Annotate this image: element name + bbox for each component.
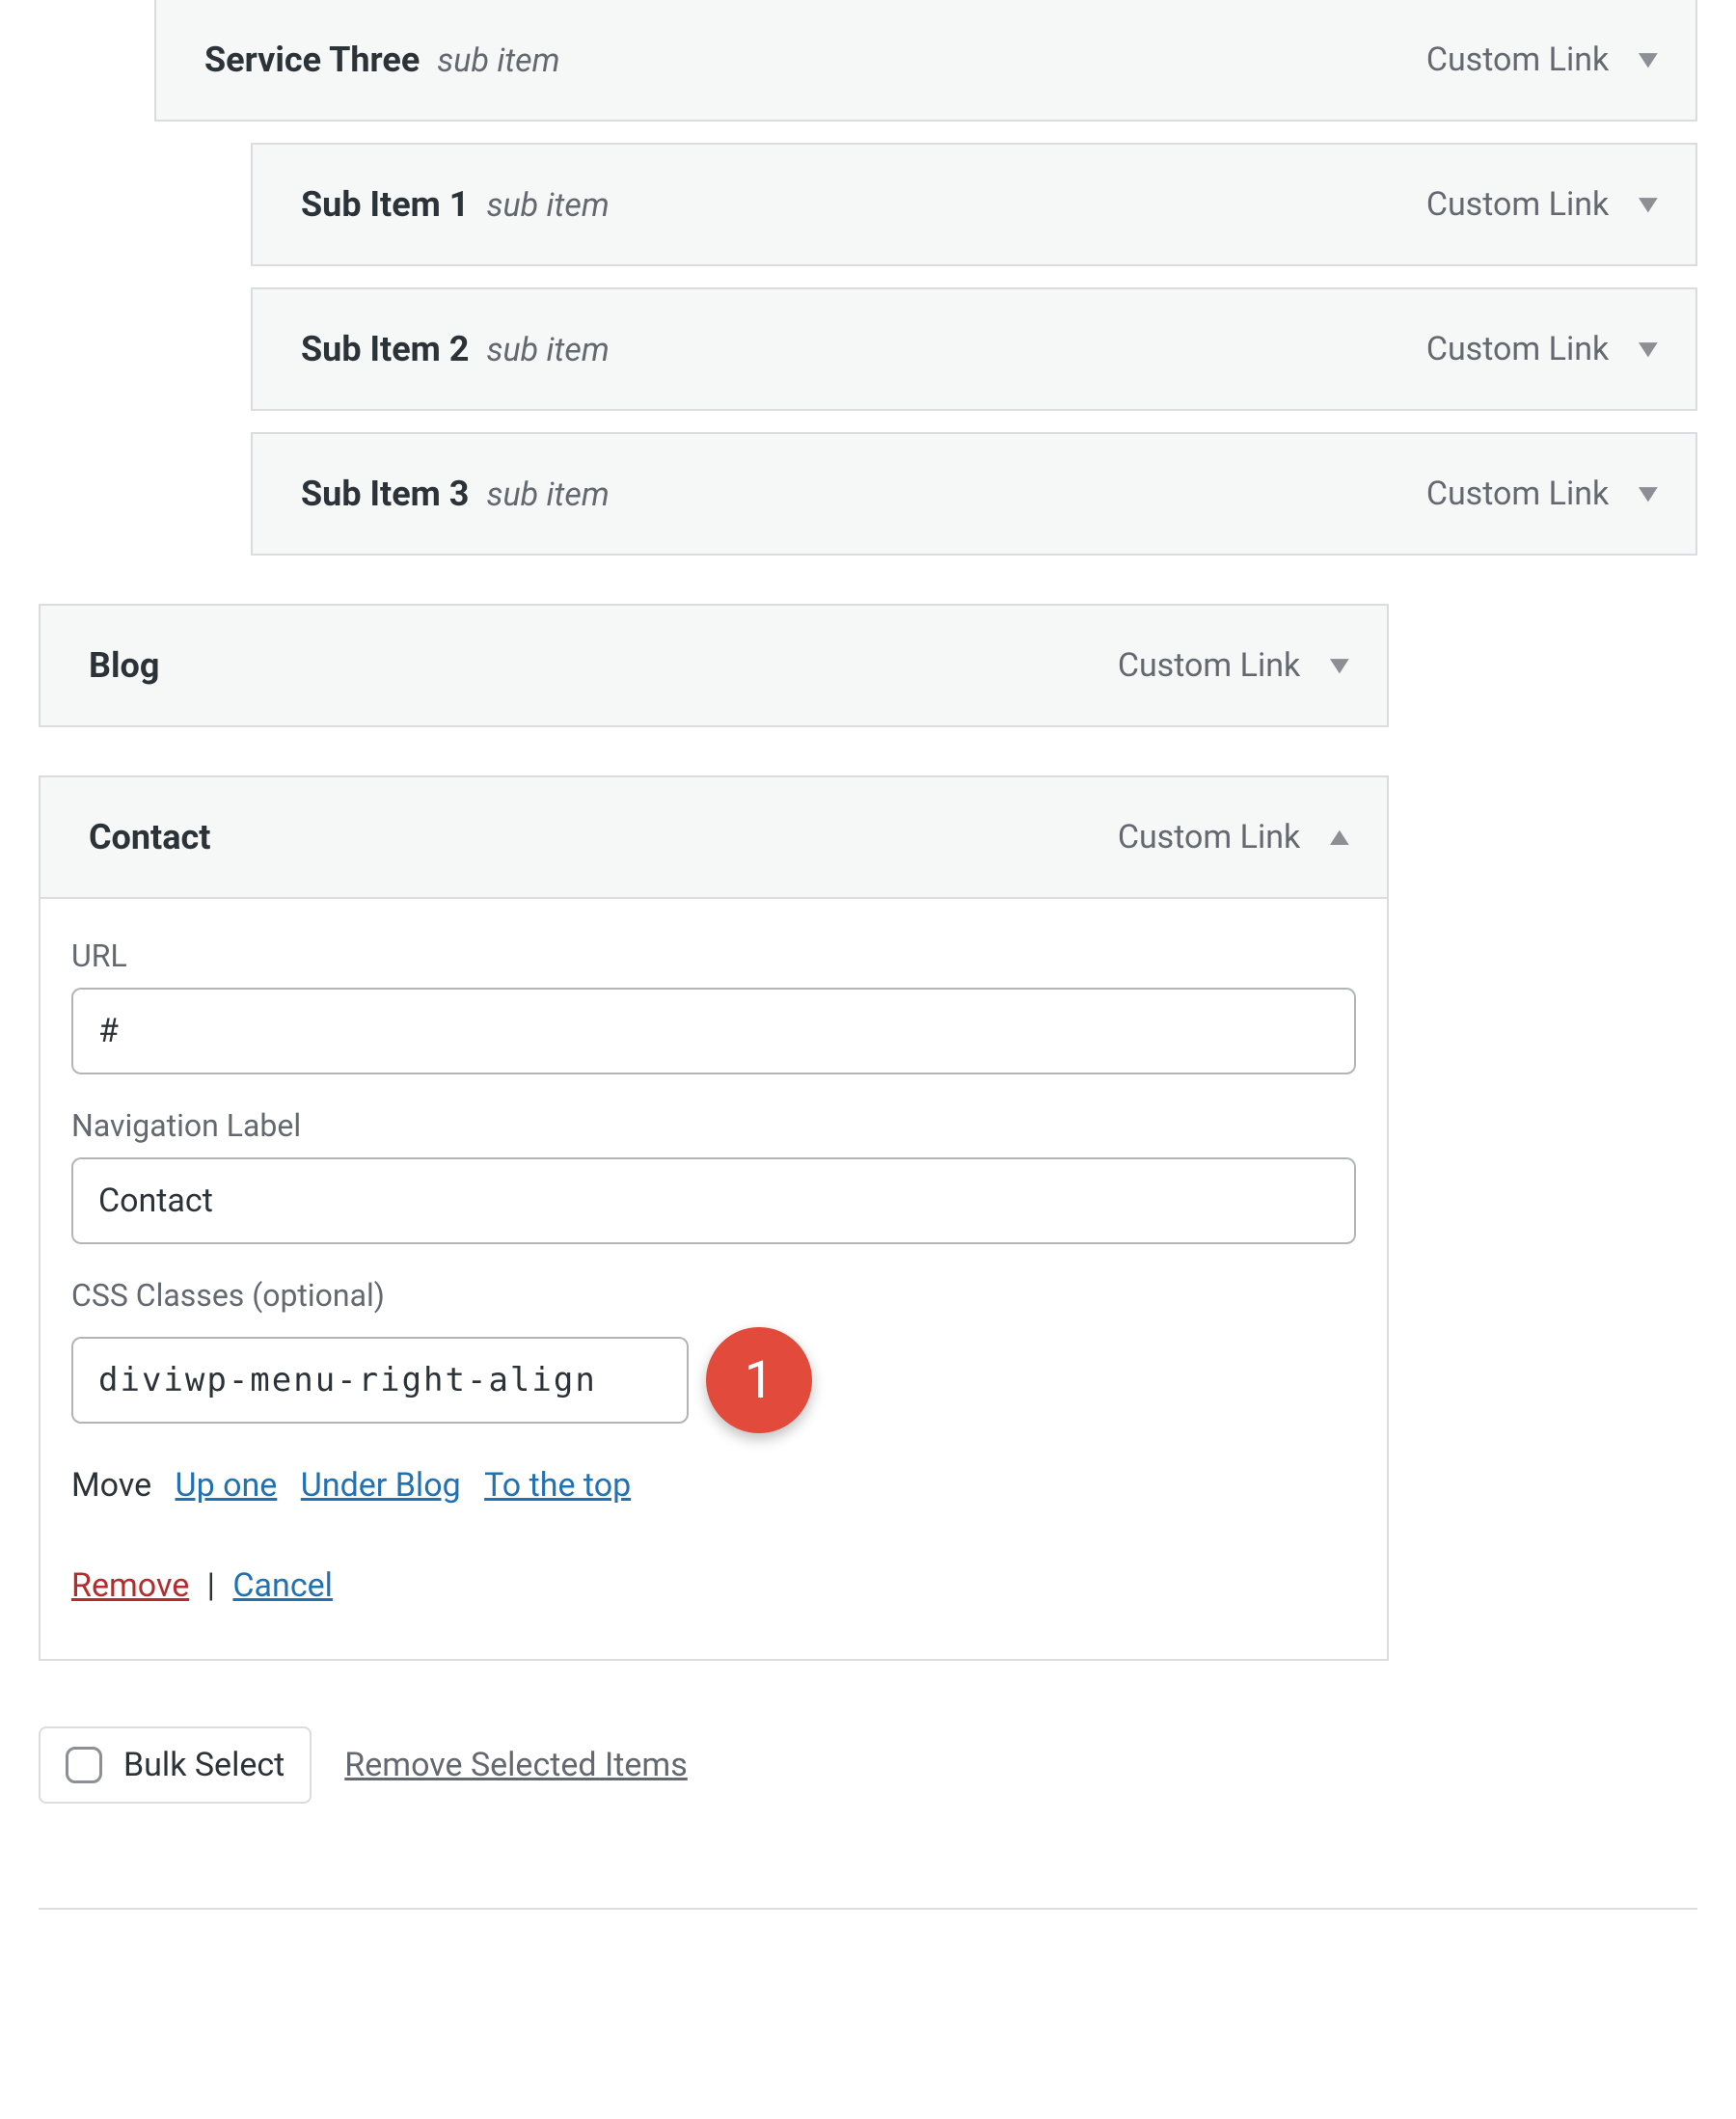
move-controls: Move Up one Under Blog To the top: [71, 1466, 1356, 1505]
move-label: Move: [71, 1466, 151, 1505]
menu-item-service-three[interactable]: Service Three sub item Custom Link ▼: [154, 0, 1697, 122]
bulk-select-checkbox[interactable]: [66, 1747, 102, 1783]
sub-item-tag: sub item: [437, 41, 559, 80]
css-classes-input[interactable]: [71, 1337, 689, 1424]
menu-item-contact[interactable]: Contact Custom Link ▲: [39, 775, 1389, 899]
chevron-down-icon[interactable]: ▼: [1632, 192, 1664, 217]
chevron-down-icon[interactable]: ▼: [1632, 481, 1664, 506]
menu-item-title: Contact: [89, 817, 210, 857]
url-input[interactable]: [71, 988, 1356, 1074]
css-classes-label: CSS Classes (optional): [71, 1277, 1356, 1314]
menu-item-type: Custom Link: [1426, 185, 1609, 224]
chevron-up-icon[interactable]: ▲: [1323, 825, 1355, 850]
menu-item-settings-panel: URL Navigation Label CSS Classes (option…: [39, 899, 1389, 1661]
menu-item-title: Sub Item 2: [301, 329, 469, 369]
chevron-down-icon[interactable]: ▼: [1632, 47, 1664, 72]
sub-item-tag: sub item: [486, 186, 609, 225]
nav-label-label: Navigation Label: [71, 1107, 1356, 1144]
chevron-down-icon[interactable]: ▼: [1323, 653, 1355, 678]
bulk-select-label: Bulk Select: [123, 1746, 285, 1784]
chevron-down-icon[interactable]: ▼: [1632, 337, 1664, 362]
bulk-select-button[interactable]: Bulk Select: [39, 1726, 312, 1804]
menu-item-type: Custom Link: [1426, 330, 1609, 368]
divider: [39, 1908, 1697, 1910]
menu-item-type: Custom Link: [1118, 818, 1300, 856]
remove-link[interactable]: Remove: [71, 1566, 189, 1605]
menu-item-title: Service Three: [204, 40, 420, 80]
remove-selected-items-link[interactable]: Remove Selected Items: [344, 1746, 688, 1784]
separator: |: [198, 1566, 225, 1605]
move-under-blog-link[interactable]: Under Blog: [301, 1466, 461, 1505]
annotation-badge-number: 1: [745, 1350, 773, 1411]
cancel-link[interactable]: Cancel: [232, 1566, 333, 1605]
menu-item-title: Sub Item 3: [301, 474, 469, 514]
menu-item-type: Custom Link: [1426, 41, 1609, 79]
menu-item-type: Custom Link: [1118, 646, 1300, 685]
move-up-one-link[interactable]: Up one: [176, 1466, 278, 1505]
menu-item-sub-3[interactable]: Sub Item 3 sub item Custom Link ▼: [251, 432, 1697, 556]
sub-item-tag: sub item: [486, 475, 609, 514]
remove-controls: Remove | Cancel: [71, 1566, 1356, 1605]
menu-item-blog[interactable]: Blog Custom Link ▼: [39, 604, 1389, 727]
menu-item-title: Blog: [89, 645, 159, 686]
menu-item-type: Custom Link: [1426, 475, 1609, 513]
menu-item-sub-1[interactable]: Sub Item 1 sub item Custom Link ▼: [251, 143, 1697, 266]
move-to-top-link[interactable]: To the top: [484, 1466, 631, 1505]
url-label: URL: [71, 937, 1356, 974]
navigation-label-input[interactable]: [71, 1157, 1356, 1244]
annotation-badge-1: 1: [706, 1327, 812, 1433]
sub-item-tag: sub item: [486, 331, 609, 369]
menu-item-title: Sub Item 1: [301, 184, 469, 225]
menu-item-sub-2[interactable]: Sub Item 2 sub item Custom Link ▼: [251, 287, 1697, 411]
